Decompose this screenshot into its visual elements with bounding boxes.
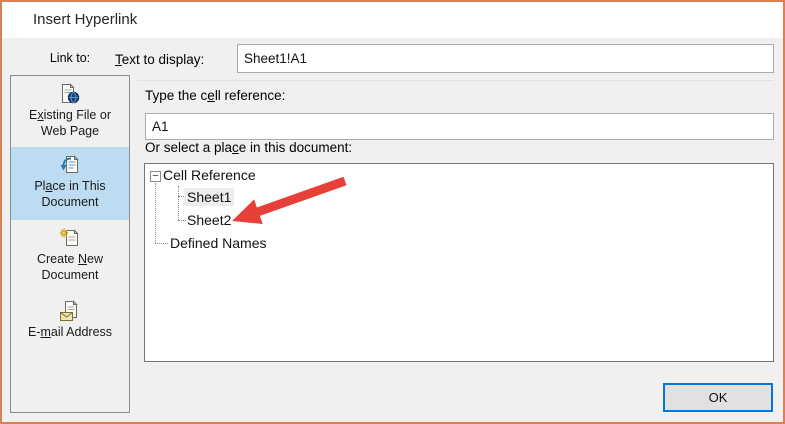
section-divider: [137, 80, 774, 81]
sidebar-item-place-in-this-document[interactable]: Place in This Document: [11, 147, 129, 220]
place-in-this-document-icon: [60, 155, 79, 173]
tree-collapse-icon[interactable]: −: [150, 171, 161, 182]
sidebar-item-create-new-document[interactable]: Create New Document: [11, 220, 129, 293]
document-place-tree: − Cell Reference Sheet1 Sheet2 Defined N…: [144, 163, 774, 362]
tree-node-sheet2[interactable]: Sheet2: [187, 212, 231, 228]
sidebar-item-label-line2: Web Page: [40, 124, 100, 138]
existing-file-web-page-icon: [62, 83, 80, 104]
dialog-title: Insert Hyperlink: [33, 11, 138, 28]
tree-guide-line: [178, 186, 179, 220]
cell-reference-input[interactable]: [145, 113, 774, 140]
link-to-label: Link to:: [49, 51, 91, 65]
sidebar-item-email-address[interactable]: E-mail Address: [11, 293, 129, 366]
title-bar[interactable]: Insert Hyperlink: [2, 2, 783, 38]
tree-guide-line: [155, 243, 168, 244]
ok-button[interactable]: OK: [663, 383, 773, 412]
sidebar-item-label-line1: Existing File or: [29, 108, 111, 122]
sidebar-item-label-line2: Document: [41, 195, 99, 209]
sidebar-item-label-line2: Document: [41, 268, 99, 282]
tree-node-defined-names[interactable]: Defined Names: [170, 235, 267, 251]
sidebar-item-label-line1: Place in This: [34, 179, 106, 193]
link-to-category-bar: Existing File or Web Page Place in This: [10, 75, 130, 413]
tree-guide-line: [178, 220, 186, 221]
text-to-display-input[interactable]: [237, 44, 774, 73]
insert-hyperlink-dialog: Insert Hyperlink Link to: Existing File …: [0, 0, 785, 424]
cell-reference-label: Type the cell reference:: [145, 88, 286, 103]
screenshot: Insert Hyperlink Link to: Existing File …: [0, 0, 785, 424]
select-place-label: Or select a place in this document:: [145, 140, 353, 155]
email-address-icon: [60, 300, 78, 321]
tree-guide-line: [155, 183, 156, 243]
sidebar-item-label-line1: E-mail Address: [27, 325, 113, 339]
text-to-display-label: Text to display:: [115, 52, 205, 67]
sidebar-item-label-line1: Create New: [36, 252, 103, 266]
create-new-document-icon: [59, 228, 79, 246]
tree-node-cell-reference[interactable]: Cell Reference: [163, 167, 256, 183]
sidebar-item-existing-file-or-web-page[interactable]: Existing File or Web Page: [11, 76, 129, 147]
tree-node-sheet1[interactable]: Sheet1: [184, 188, 235, 206]
